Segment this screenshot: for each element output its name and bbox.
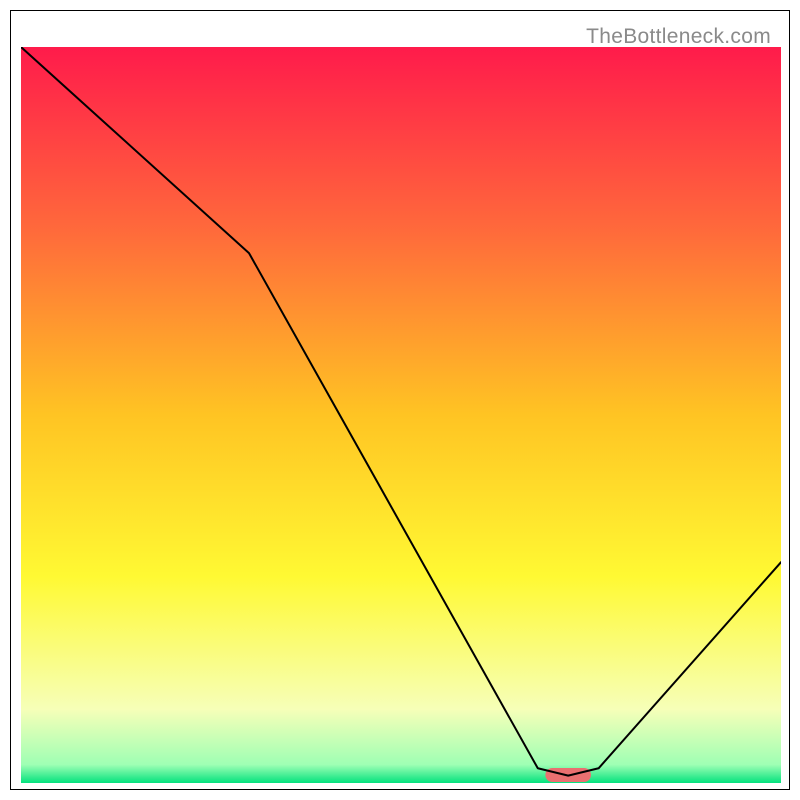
chart-svg: [21, 47, 781, 783]
watermark-text: TheBottleneck.com: [586, 25, 771, 49]
gradient-background: [21, 47, 781, 783]
chart-area: [21, 47, 781, 783]
outer-frame: TheBottleneck.com: [10, 10, 790, 790]
